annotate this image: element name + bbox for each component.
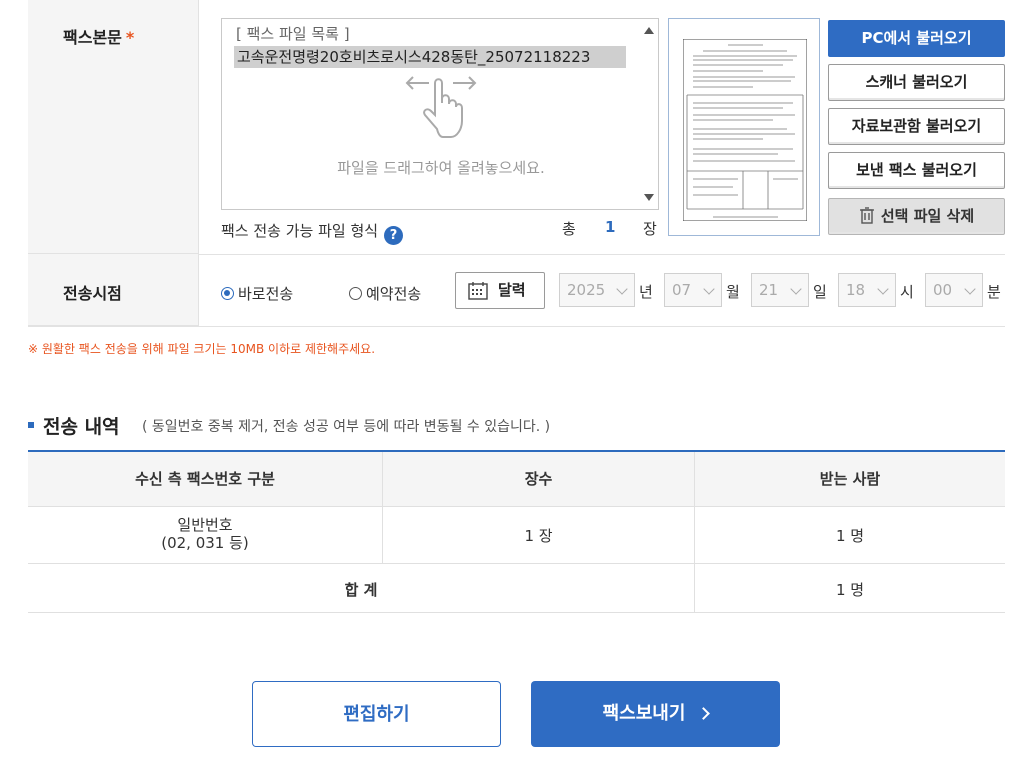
scroll-down-arrow[interactable] (644, 194, 654, 201)
delete-selected-button[interactable]: 선택 파일 삭제 (828, 198, 1005, 235)
minute-unit: 분 (987, 283, 1001, 301)
scroll-up-arrow[interactable] (644, 27, 654, 34)
delete-selected-label: 선택 파일 삭제 (880, 207, 975, 225)
required-star: * (125, 28, 135, 47)
edit-button[interactable]: 편집하기 (252, 681, 501, 747)
row-type-line1: 일반번호 (177, 516, 233, 534)
day-unit: 일 (813, 283, 827, 301)
send-time-label-cell: 전송시점 (28, 254, 198, 326)
drag-hand-icon (405, 76, 477, 138)
history-title: 전송 내역 (43, 416, 120, 438)
send-fax-label: 팩스보내기 (602, 703, 686, 724)
minute-select[interactable]: 00 (925, 273, 983, 307)
row-divider (28, 326, 1005, 327)
calendar-icon (468, 282, 488, 300)
sent-fax-load-button[interactable]: 보낸 팩스 불러오기 (828, 152, 1005, 189)
total-row-label: 합 계 (344, 581, 378, 599)
year-unit: 년 (639, 283, 653, 301)
table-bottom-border (28, 612, 1005, 613)
chevron-right-icon (697, 707, 711, 720)
fax-preview (668, 18, 820, 236)
send-time-label: 전송시점 (63, 284, 122, 303)
history-subtitle: ( 동일번호 중복 제거, 전송 성공 여부 등에 따라 변동될 수 있습니다.… (142, 419, 551, 435)
day-select[interactable]: 21 (751, 273, 809, 307)
fax-body-label: 팩스본문 (63, 28, 122, 47)
table-row: 일반번호 (02, 031 등) (28, 516, 382, 552)
fax-body-label-cell: 팩스본문 * (28, 0, 198, 254)
total-label: 총 (562, 220, 576, 238)
column-divider (198, 0, 199, 326)
file-format-info: 팩스 전송 가능 파일 형식? (221, 220, 404, 245)
radio-immediate-label: 바로전송 (238, 285, 294, 303)
section-bullet (28, 422, 34, 428)
column-header-pages: 장수 (383, 452, 694, 507)
file-list-title: [ 팩스 파일 목록 ] (236, 25, 350, 43)
file-list-item[interactable]: 고속운전명령20호비츠로시스428동탄_25072118223 (234, 46, 626, 68)
calendar-button-label: 달력 (498, 281, 526, 299)
column-header-recipients: 받는 사람 (695, 452, 1005, 507)
month-select[interactable]: 07 (664, 273, 722, 307)
total-page-count: 1 (605, 218, 616, 236)
row-recipients: 1 명 (835, 527, 865, 545)
send-fax-button[interactable]: 팩스보내기 (531, 681, 780, 747)
hour-select[interactable]: 18 (838, 273, 896, 307)
drag-drop-hint: 파일을 드래그하여 올려놓으세요. (337, 159, 545, 177)
radio-immediate[interactable]: 바로전송 (221, 283, 293, 304)
calendar-button[interactable]: 달력 (455, 272, 545, 309)
archive-load-button[interactable]: 자료보관함 불러오기 (828, 108, 1005, 145)
scanner-load-button[interactable]: 스캐너 불러오기 (828, 64, 1005, 101)
column-header-type: 수신 측 팩스번호 구분 (28, 452, 382, 507)
fax-file-list[interactable]: [ 팩스 파일 목록 ] 고속운전명령20호비츠로시스428동탄_2507211… (221, 18, 659, 210)
total-row-recipients: 1 명 (835, 581, 865, 599)
row-type-line2: (02, 031 등) (161, 534, 249, 552)
month-unit: 월 (726, 283, 740, 301)
document-preview-icon (683, 39, 807, 221)
radio-dot[interactable] (349, 287, 362, 300)
year-select[interactable]: 2025 (559, 273, 635, 307)
radio-dot-selected[interactable] (221, 287, 234, 300)
trash-icon (859, 207, 874, 224)
row-divider (28, 563, 1005, 564)
row-pages: 1 장 (524, 527, 553, 545)
radio-scheduled[interactable]: 예약전송 (349, 283, 421, 304)
help-icon[interactable]: ? (384, 226, 404, 245)
radio-scheduled-label: 예약전송 (366, 285, 422, 303)
file-size-notice: ※ 원활한 팩스 전송을 위해 파일 크기는 10MB 이하로 제한해주세요. (28, 342, 376, 356)
hour-unit: 시 (900, 283, 914, 301)
file-format-label: 팩스 전송 가능 파일 형식 (221, 222, 379, 240)
cell-divider (382, 452, 383, 563)
total-unit: 장 (643, 220, 657, 238)
pc-load-button[interactable]: PC에서 불러오기 (828, 20, 1005, 57)
